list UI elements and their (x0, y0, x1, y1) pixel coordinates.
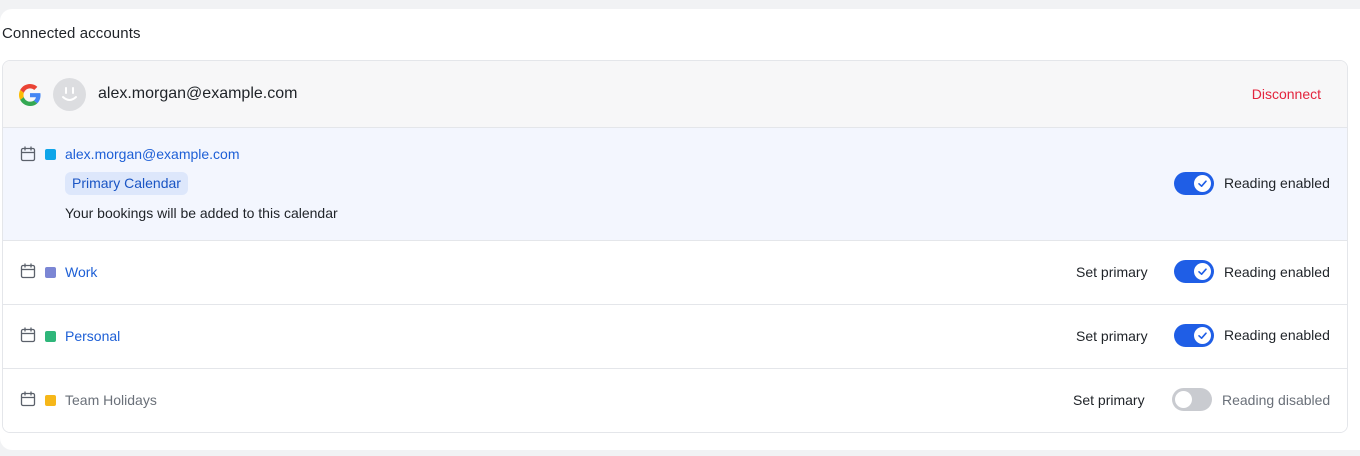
reading-toggle[interactable] (1174, 324, 1214, 347)
toggle-knob (1194, 175, 1211, 192)
reading-status-label: Reading enabled (1224, 264, 1330, 280)
section-title: Connected accounts (2, 25, 141, 42)
primary-calendar-badge: Primary Calendar (65, 172, 188, 195)
set-primary-button[interactable]: Set primary (1076, 328, 1148, 344)
calendar-color-dot (45, 395, 56, 406)
reading-status-label: Reading enabled (1224, 175, 1330, 191)
calendar-row-primary: alex.morgan@example.com Primary Calendar… (3, 128, 1347, 241)
disconnect-button[interactable]: Disconnect (1252, 86, 1321, 102)
connected-accounts-panel: Connected accounts alex.morgan@example.c… (0, 9, 1360, 450)
calendar-color-dot (45, 267, 56, 278)
account-email: alex.morgan@example.com (98, 85, 298, 102)
account-header: alex.morgan@example.com Disconnect (3, 61, 1347, 128)
calendar-icon (20, 263, 36, 279)
toggle-knob (1194, 327, 1211, 344)
calendar-color-dot (45, 149, 56, 160)
smiley-icon (62, 87, 77, 101)
calendar-icon (20, 391, 36, 407)
calendar-color-dot (45, 331, 56, 342)
reading-status-label: Reading disabled (1222, 392, 1331, 408)
reading-status-label: Reading enabled (1224, 327, 1330, 343)
google-icon (19, 84, 41, 106)
calendar-name[interactable]: Personal (65, 328, 120, 344)
calendar-row-team-holidays: Team Holidays Set primary Reading disabl… (3, 369, 1347, 432)
set-primary-button[interactable]: Set primary (1073, 392, 1145, 408)
calendar-icon (20, 327, 36, 343)
reading-toggle[interactable] (1172, 388, 1212, 411)
primary-calendar-note: Your bookings will be added to this cale… (65, 205, 338, 221)
reading-toggle[interactable] (1174, 172, 1214, 195)
calendar-name[interactable]: alex.morgan@example.com (65, 146, 240, 162)
calendar-name[interactable]: Team Holidays (65, 392, 157, 408)
check-icon (1198, 268, 1207, 275)
toggle-knob (1194, 263, 1211, 280)
reading-toggle[interactable] (1174, 260, 1214, 283)
check-icon (1198, 332, 1207, 339)
account-card: alex.morgan@example.com Disconnect alex.… (2, 60, 1348, 433)
calendar-row-personal: Personal Set primary Reading enabled (3, 305, 1347, 369)
toggle-knob (1175, 391, 1192, 408)
set-primary-button[interactable]: Set primary (1076, 264, 1148, 280)
calendar-name[interactable]: Work (65, 264, 97, 280)
calendar-icon (20, 146, 36, 162)
check-icon (1198, 180, 1207, 187)
avatar (53, 78, 86, 111)
calendar-row-work: Work Set primary Reading enabled (3, 241, 1347, 305)
